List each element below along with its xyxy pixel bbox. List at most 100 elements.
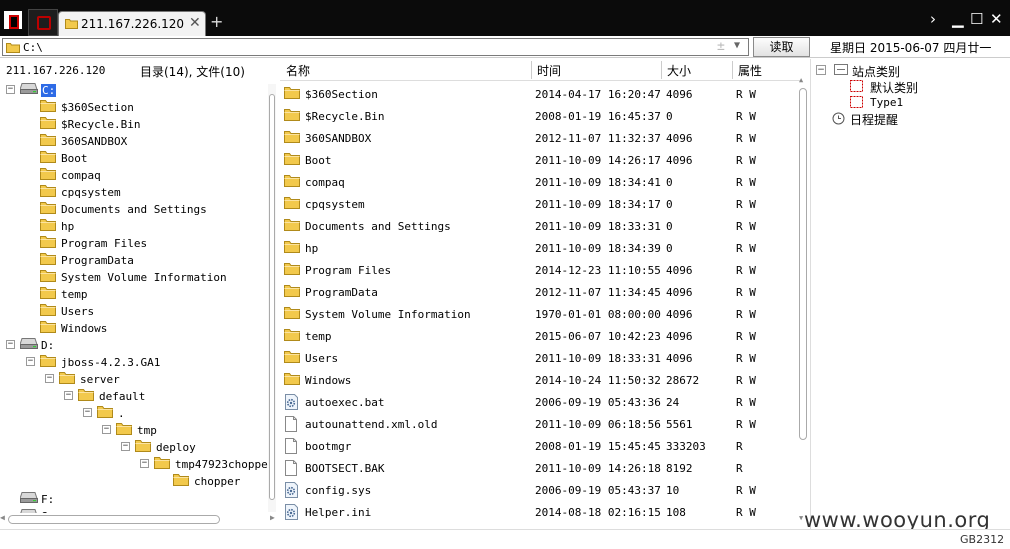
- tree-folder[interactable]: Program Files: [0, 235, 270, 252]
- tree-vertical-scrollbar[interactable]: [268, 84, 276, 512]
- tree-folder[interactable]: Boot: [0, 150, 270, 167]
- file-row[interactable]: config.sys 2006-09-19 05:43:37 10 R W: [280, 479, 798, 501]
- file-row[interactable]: bootmgr 2008-01-19 15:45:45 333203 R: [280, 435, 798, 457]
- folder-icon: [284, 174, 300, 190]
- tree-folder[interactable]: chopper: [0, 473, 270, 490]
- file-row[interactable]: temp 2015-06-07 10:42:23 4096 R W: [280, 325, 798, 347]
- tree-folder[interactable]: − default: [0, 388, 270, 405]
- file-row[interactable]: Windows 2014-10-24 11:50:32 28672 R W: [280, 369, 798, 391]
- file-size: 0: [666, 220, 673, 233]
- file-row[interactable]: 360SANDBOX 2012-11-07 11:32:37 4096 R W: [280, 127, 798, 149]
- tree-folder[interactable]: compaq: [0, 167, 270, 184]
- tree-folder[interactable]: System Volume Information: [0, 269, 270, 286]
- file-row[interactable]: System Volume Information 1970-01-01 08:0…: [280, 303, 798, 325]
- collapse-icon[interactable]: −: [6, 85, 15, 94]
- file-row[interactable]: compaq 2011-10-09 18:34:41 0 R W: [280, 171, 798, 193]
- tab-active[interactable]: 211.167.226.120 ✕: [58, 11, 206, 36]
- tree-drive-f[interactable]: F:: [0, 491, 270, 508]
- tree-folder[interactable]: − tmp47923chopper-: [0, 456, 270, 473]
- tree-drive-d[interactable]: − D:: [0, 337, 270, 354]
- column-separator[interactable]: [661, 61, 662, 79]
- file-time: 2011-10-09 18:34:17: [535, 198, 661, 211]
- file-row[interactable]: Documents and Settings 2011-10-09 18:33:3…: [280, 215, 798, 237]
- scroll-left-icon[interactable]: ◀: [0, 513, 5, 522]
- file-row[interactable]: $360Section 2014-04-17 16:20:47 4096 R W: [280, 83, 798, 105]
- add-bookmark-icon[interactable]: ±: [717, 39, 725, 54]
- tree-folder[interactable]: − tmp: [0, 422, 270, 439]
- collapse-icon[interactable]: −: [102, 425, 111, 434]
- scroll-up-icon[interactable]: ▲: [799, 76, 803, 84]
- file-row[interactable]: Program Files 2014-12-23 11:10:55 4096 R W: [280, 259, 798, 281]
- tree-folder[interactable]: Windows: [0, 320, 270, 337]
- tree-horizontal-scrollbar[interactable]: ◀ ▶: [0, 513, 275, 525]
- file-attr: R W: [736, 242, 756, 255]
- collapse-icon[interactable]: −: [83, 408, 92, 417]
- tree-folder[interactable]: cpqsystem: [0, 184, 270, 201]
- tree-folder[interactable]: hp: [0, 218, 270, 235]
- address-bar: C:\ ± ▼ 读取 星期日 2015-06-07 四月廿一: [0, 36, 1010, 58]
- tree-folder[interactable]: − deploy: [0, 439, 270, 456]
- file-row[interactable]: Boot 2011-10-09 14:26:17 4096 R W: [280, 149, 798, 171]
- tree-folder[interactable]: $Recycle.Bin: [0, 116, 270, 133]
- column-attr[interactable]: 属性: [738, 62, 762, 79]
- tree-folder[interactable]: Users: [0, 303, 270, 320]
- file-name: BOOTSECT.BAK: [305, 462, 385, 475]
- file-row[interactable]: BOOTSECT.BAK 2011-10-09 14:26:18 8192 R: [280, 457, 798, 479]
- config-file-icon: [284, 504, 300, 523]
- tree-drive-c[interactable]: − C:: [0, 82, 270, 99]
- scroll-right-icon[interactable]: ▶: [270, 513, 275, 522]
- path-input[interactable]: C:\ ± ▼: [2, 38, 749, 56]
- file-row[interactable]: autoexec.bat 2006-09-19 05:43:36 24 R W: [280, 391, 798, 413]
- file-row[interactable]: Helper.ini 2014-08-18 02:16:15 108 R W: [280, 501, 798, 523]
- close-button[interactable]: ✕: [990, 10, 1003, 28]
- tree-item-label: temp: [61, 288, 88, 301]
- column-size[interactable]: 大小: [667, 62, 691, 79]
- new-tab-button[interactable]: +: [210, 12, 223, 31]
- tab-close-icon[interactable]: ✕: [189, 15, 201, 31]
- file-row[interactable]: hp 2011-10-09 18:34:39 0 R W: [280, 237, 798, 259]
- tree-folder[interactable]: temp: [0, 286, 270, 303]
- file-row[interactable]: $Recycle.Bin 2008-01-19 16:45:37 0 R W: [280, 105, 798, 127]
- file-row[interactable]: Users 2011-10-09 18:33:31 4096 R W: [280, 347, 798, 369]
- scrollbar-thumb[interactable]: [8, 515, 220, 524]
- tree-folder[interactable]: − server: [0, 371, 270, 388]
- column-separator[interactable]: [732, 61, 733, 79]
- site-category-tree[interactable]: − 站点类别 默认类别 Type1 日程提醒: [812, 59, 1008, 529]
- inactive-tab[interactable]: [28, 9, 58, 36]
- collapse-icon[interactable]: −: [816, 65, 826, 75]
- collapse-icon[interactable]: −: [6, 340, 15, 349]
- tree-folder[interactable]: ProgramData: [0, 252, 270, 269]
- chevron-down-icon[interactable]: ▼: [734, 40, 740, 51]
- tree-folder[interactable]: −.: [0, 405, 270, 422]
- folder-icon: [6, 43, 20, 53]
- tree-item-label: tmp47923chopper-: [175, 458, 270, 471]
- file-list-scrollbar[interactable]: ▲ ▼: [798, 76, 808, 522]
- collapse-icon[interactable]: −: [140, 459, 149, 468]
- tree-folder[interactable]: 360SANDBOX: [0, 133, 270, 150]
- file-list[interactable]: $360Section 2014-04-17 16:20:47 4096 R W $Re…: [280, 83, 798, 523]
- maximize-button[interactable]: ☐: [970, 10, 983, 28]
- pane-divider[interactable]: [810, 59, 811, 529]
- scrollbar-thumb[interactable]: [799, 88, 807, 440]
- tree-folder[interactable]: $360Section: [0, 99, 270, 116]
- column-time[interactable]: 时间: [537, 62, 561, 79]
- scroll-down-icon[interactable]: ▼: [799, 514, 803, 522]
- directory-tree[interactable]: − C: $360Section $Recycle.Bin 360SANDBOX Boot…: [0, 81, 270, 513]
- next-icon[interactable]: ›: [930, 10, 936, 28]
- minimize-button[interactable]: ▁: [952, 10, 964, 28]
- column-separator[interactable]: [531, 61, 532, 79]
- file-row[interactable]: cpqsystem 2011-10-09 18:34:17 0 R W: [280, 193, 798, 215]
- folder-icon: [173, 473, 189, 489]
- file-row[interactable]: autounattend.xml.old 2011-10-09 06:18:56 5…: [280, 413, 798, 435]
- collapse-icon[interactable]: −: [45, 374, 54, 383]
- collapse-icon[interactable]: −: [26, 357, 35, 366]
- collapse-icon[interactable]: −: [64, 391, 73, 400]
- read-button[interactable]: 读取: [753, 37, 810, 57]
- file-row[interactable]: ProgramData 2012-11-07 11:34:45 4096 R W: [280, 281, 798, 303]
- tree-folder[interactable]: Documents and Settings: [0, 201, 270, 218]
- collapse-icon[interactable]: −: [121, 442, 130, 451]
- column-name[interactable]: 名称: [286, 62, 310, 79]
- tree-folder[interactable]: − jboss-4.2.3.GA1: [0, 354, 270, 371]
- scrollbar-thumb[interactable]: [269, 94, 275, 500]
- folder-icon: [65, 19, 78, 29]
